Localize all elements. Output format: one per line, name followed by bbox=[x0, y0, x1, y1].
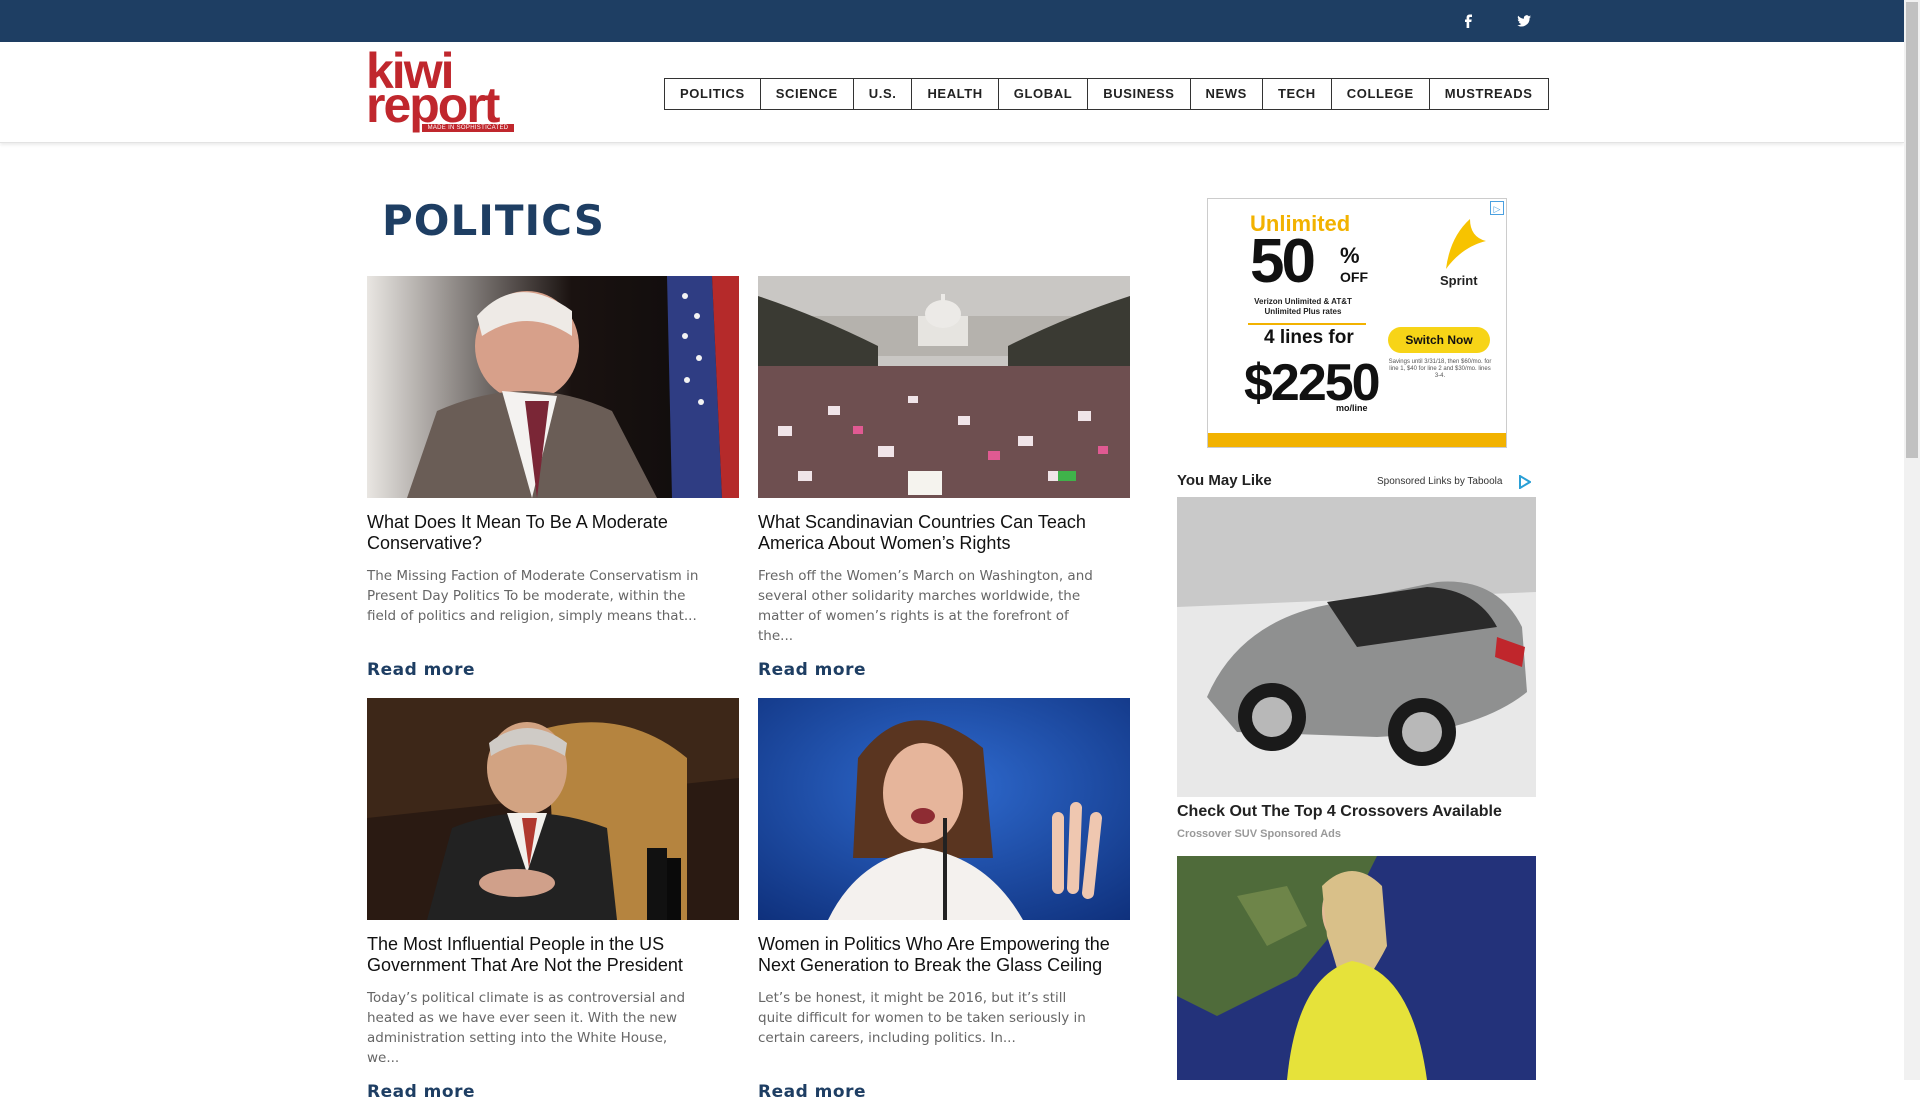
nav-item-global[interactable]: GLOBAL bbox=[999, 79, 1089, 109]
logo-tagline: MADE IN SOPHISTICATED bbox=[422, 124, 514, 132]
article-image[interactable] bbox=[758, 276, 1130, 498]
ad-percent-sign: % bbox=[1340, 243, 1360, 268]
nav-item-health[interactable]: HEALTH bbox=[912, 79, 999, 109]
article-title[interactable]: Women in Politics Who Are Empowering the… bbox=[758, 934, 1130, 976]
article-excerpt: Today’s political climate is as controve… bbox=[367, 990, 686, 1066]
article-title[interactable]: The Most Influential People in the US Go… bbox=[367, 934, 739, 976]
main-nav: POLITICS SCIENCE U.S. HEALTH GLOBAL BUSI… bbox=[664, 78, 1549, 110]
read-more-link[interactable]: Read more bbox=[758, 1082, 866, 1102]
you-may-like-heading: You May Like bbox=[1177, 472, 1272, 489]
taboola-icon[interactable] bbox=[1519, 475, 1531, 489]
sprint-logo-icon bbox=[1446, 219, 1486, 269]
switch-now-button[interactable]: Switch Now bbox=[1388, 327, 1490, 353]
nav-item-college[interactable]: COLLEGE bbox=[1332, 79, 1430, 109]
promo-title[interactable]: Check Out The Top 4 Crossovers Available bbox=[1177, 803, 1502, 821]
ad-bottom-bar bbox=[1208, 433, 1506, 447]
nav-item-news[interactable]: NEWS bbox=[1191, 79, 1263, 109]
article-excerpt: The Missing Faction of Moderate Conserva… bbox=[367, 568, 699, 624]
sponsored-links-label[interactable]: Sponsored Links by Taboola bbox=[1377, 476, 1502, 487]
page-title: POLITICS bbox=[382, 196, 606, 245]
read-more-link[interactable]: Read more bbox=[758, 660, 866, 680]
article-excerpt: Let’s be honest, it might be 2016, but i… bbox=[758, 990, 1086, 1046]
nav-item-us[interactable]: U.S. bbox=[854, 79, 913, 109]
nav-item-politics[interactable]: POLITICS bbox=[665, 79, 761, 109]
scrollbar-thumb[interactable] bbox=[1906, 2, 1918, 458]
twitter-icon[interactable] bbox=[1514, 11, 1534, 31]
article-image[interactable] bbox=[367, 698, 739, 920]
article-image[interactable] bbox=[367, 276, 739, 498]
article-card: The Most Influential People in the US Go… bbox=[367, 698, 739, 1102]
article-card: What Scandinavian Countries Can Teach Am… bbox=[758, 276, 1130, 680]
nav-item-business[interactable]: BUSINESS bbox=[1088, 79, 1191, 109]
top-bar bbox=[0, 0, 1904, 42]
promo-image-crossover[interactable] bbox=[1177, 497, 1536, 797]
site-logo[interactable]: kiwi report MADE IN SOPHISTICATED bbox=[366, 46, 516, 134]
ad-discount-number: 50 bbox=[1250, 227, 1316, 296]
nav-item-tech[interactable]: TECH bbox=[1263, 79, 1332, 109]
nav-item-mustreads[interactable]: MUSTREADS bbox=[1430, 79, 1548, 109]
nav-item-science[interactable]: SCIENCE bbox=[761, 79, 854, 109]
article-title[interactable]: What Scandinavian Countries Can Teach Am… bbox=[758, 512, 1130, 554]
promo-image-weather[interactable] bbox=[1177, 856, 1536, 1080]
ad-lines-text: 4 lines for bbox=[1264, 327, 1354, 348]
sprint-ad[interactable]: ▷ Unlimited 50 % OFF Verizon Unlimited &… bbox=[1207, 198, 1507, 448]
ad-divider bbox=[1248, 323, 1366, 325]
ad-rate-text: Verizon Unlimited & AT&T Unlimited Plus … bbox=[1254, 297, 1352, 316]
ad-off-label: OFF bbox=[1340, 269, 1368, 285]
article-image[interactable] bbox=[758, 698, 1130, 920]
article-card: Women in Politics Who Are Empowering the… bbox=[758, 698, 1130, 1102]
ad-fine-print: Savings until 3/31/18, then $60/mo. for … bbox=[1388, 359, 1492, 379]
promo-source[interactable]: Crossover SUV Sponsored Ads bbox=[1177, 828, 1341, 840]
logo-text-report: report bbox=[366, 77, 500, 133]
article-title[interactable]: What Does It Mean To Be A Moderate Conse… bbox=[367, 512, 739, 554]
read-more-link[interactable]: Read more bbox=[367, 660, 475, 680]
ad-choices-icon[interactable]: ▷ bbox=[1490, 201, 1504, 215]
ad-per-line: mo/line bbox=[1336, 403, 1368, 413]
article-card: What Does It Mean To Be A Moderate Conse… bbox=[367, 276, 739, 680]
article-excerpt: Fresh off the Women’s March on Washingto… bbox=[758, 568, 1093, 644]
facebook-icon[interactable] bbox=[1459, 11, 1479, 31]
read-more-link[interactable]: Read more bbox=[367, 1082, 475, 1102]
ad-brand: Sprint bbox=[1440, 273, 1478, 288]
